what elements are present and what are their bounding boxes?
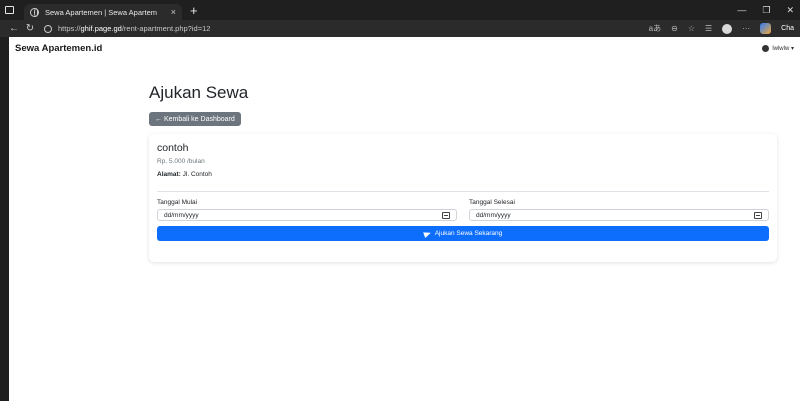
submit-rent-button[interactable]: Ajukan Sewa Sekarang — [157, 226, 769, 241]
apartment-name: contoh — [157, 142, 189, 154]
calendar-icon[interactable] — [754, 211, 762, 219]
close-window-icon[interactable]: ✕ — [786, 5, 794, 16]
apartment-address: Alamat: Jl. Contoh — [157, 171, 769, 178]
site-navbar: Sewa Apartemen.id lwlwlw ▾ — [9, 37, 800, 59]
globe-icon — [30, 7, 39, 17]
user-name: lwlwlw ▾ — [772, 45, 794, 52]
url-prefix: https:// — [58, 24, 81, 33]
apartment-card: contoh Rp. 5.000 /bulan Alamat: Jl. Cont… — [149, 134, 777, 262]
minimize-icon[interactable]: — — [737, 5, 746, 15]
tab-title: Sewa Apartemen | Sewa Apartem — [45, 7, 158, 17]
start-date-value: dd/mm/yyyy — [164, 211, 199, 219]
start-date-label: Tanggal Mulai — [157, 199, 198, 206]
address-value: Jl. Contoh — [180, 171, 212, 178]
address-bar: ← ↻ https://ghif.page.gd/rent-apartment.… — [0, 20, 800, 37]
favorite-star-icon[interactable]: ☆ — [688, 24, 695, 33]
calendar-icon[interactable] — [442, 211, 450, 219]
copilot-label[interactable]: Cha — [781, 25, 794, 32]
browser-tab-bar: Sewa Apartemen | Sewa Apartem × + — ❐ ✕ — [0, 0, 800, 20]
copilot-icon[interactable] — [760, 23, 772, 34]
address-label: Alamat: — [157, 171, 181, 178]
user-menu[interactable]: lwlwlw ▾ — [762, 44, 794, 52]
back-icon[interactable]: ← — [6, 23, 22, 34]
submit-label: Ajukan Sewa Sekarang — [434, 230, 503, 237]
url-domain: ghif.page.gd — [80, 24, 122, 33]
end-date-value: dd/mm/yyyy — [476, 211, 511, 219]
end-date-label: Tanggal Selesai — [469, 199, 515, 206]
site-brand[interactable]: Sewa Apartemen.id — [15, 43, 102, 54]
user-icon — [762, 44, 770, 52]
profile-avatar[interactable] — [722, 23, 733, 34]
url-field[interactable]: https://ghif.page.gd/rent-apartment.php?… — [44, 22, 644, 36]
apartment-price: Rp. 5.000 /bulan — [157, 158, 205, 165]
url-path: /rent-apartment.php?id=12 — [121, 24, 211, 33]
divider — [157, 191, 769, 192]
browser-tab[interactable]: Sewa Apartemen | Sewa Apartem × — [24, 4, 182, 20]
close-tab-icon[interactable]: × — [171, 7, 176, 17]
zoom-icon[interactable]: ⊖ — [671, 24, 678, 33]
favorites-icon[interactable]: ☰ — [705, 24, 712, 33]
end-date-input[interactable]: dd/mm/yyyy — [469, 209, 769, 221]
read-aloud-icon[interactable]: aあ — [649, 23, 661, 34]
tab-actions-icon[interactable] — [0, 0, 18, 20]
page-title: Ajukan Sewa — [149, 83, 249, 102]
site-info-icon[interactable] — [44, 24, 52, 33]
more-icon[interactable]: ··· — [742, 24, 750, 33]
restore-icon[interactable]: ❐ — [762, 5, 770, 16]
send-icon — [422, 229, 432, 238]
start-date-input[interactable]: dd/mm/yyyy — [157, 209, 457, 221]
refresh-icon[interactable]: ↻ — [22, 23, 38, 34]
back-to-dashboard-button[interactable]: ← Kembali ke Dashboard — [149, 112, 241, 126]
new-tab-button[interactable]: + — [190, 3, 198, 18]
main-content: Ajukan Sewa ← Kembali ke Dashboard conto… — [149, 83, 777, 262]
